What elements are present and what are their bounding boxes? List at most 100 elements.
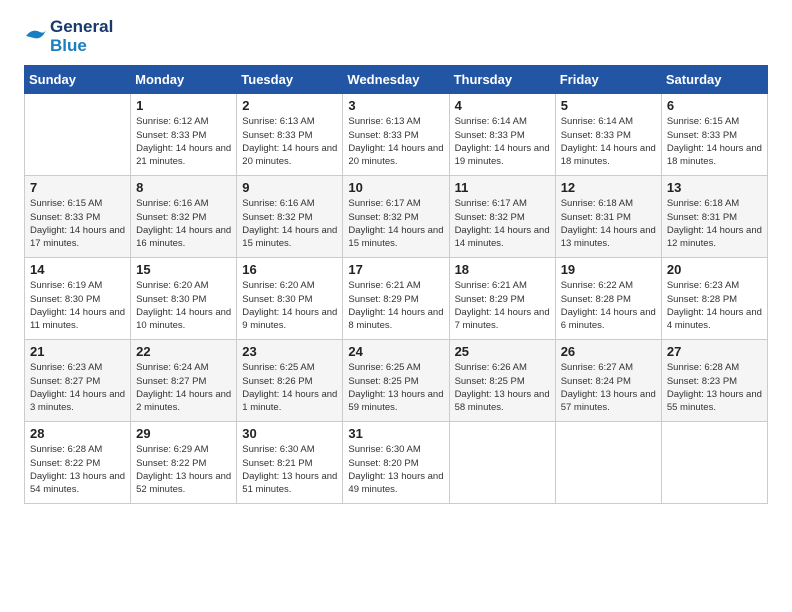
day-cell: 11 Sunrise: 6:17 AM Sunset: 8:32 PM Dayli… (449, 176, 555, 258)
day-cell: 2 Sunrise: 6:13 AM Sunset: 8:33 PM Daylig… (237, 94, 343, 176)
day-cell: 5Sunrise: 6:14 AM Sunset: 8:33 PM Daylig… (555, 94, 661, 176)
day-info: Sunrise: 6:20 AM Sunset: 8:30 PM Dayligh… (242, 279, 337, 332)
day-info: Sunrise: 6:13 AM Sunset: 8:33 PM Dayligh… (348, 115, 443, 168)
day-cell: 8 Sunrise: 6:16 AM Sunset: 8:32 PM Daylig… (131, 176, 237, 258)
day-number: 17 (348, 262, 443, 277)
calendar-table: SundayMondayTuesdayWednesdayThursdayFrid… (24, 65, 768, 504)
day-cell: 3 Sunrise: 6:13 AM Sunset: 8:33 PM Daylig… (343, 94, 449, 176)
day-number: 14 (30, 262, 125, 277)
logo-general: General (50, 18, 113, 37)
day-cell: 19 Sunrise: 6:22 AM Sunset: 8:28 PM Dayli… (555, 258, 661, 340)
day-cell: 24 Sunrise: 6:25 AM Sunset: 8:25 PM Dayli… (343, 340, 449, 422)
day-number: 26 (561, 344, 656, 359)
day-cell: 22Sunrise: 6:24 AM Sunset: 8:27 PM Dayli… (131, 340, 237, 422)
day-info: Sunrise: 6:29 AM Sunset: 8:22 PM Dayligh… (136, 443, 231, 496)
day-number: 6 (667, 98, 762, 113)
day-cell: 25 Sunrise: 6:26 AM Sunset: 8:25 PM Dayli… (449, 340, 555, 422)
day-cell: 9 Sunrise: 6:16 AM Sunset: 8:32 PM Daylig… (237, 176, 343, 258)
header-cell-thursday: Thursday (449, 66, 555, 94)
week-row-5: 28 Sunrise: 6:28 AM Sunset: 8:22 PM Dayli… (25, 422, 768, 504)
day-cell: 15 Sunrise: 6:20 AM Sunset: 8:30 PM Dayli… (131, 258, 237, 340)
week-row-4: 21 Sunrise: 6:23 AM Sunset: 8:27 PM Dayli… (25, 340, 768, 422)
day-cell: 28 Sunrise: 6:28 AM Sunset: 8:22 PM Dayli… (25, 422, 131, 504)
header-cell-saturday: Saturday (661, 66, 767, 94)
logo-bird-icon (24, 26, 48, 48)
day-cell (25, 94, 131, 176)
day-cell: 31 Sunrise: 6:30 AM Sunset: 8:20 PM Dayli… (343, 422, 449, 504)
day-number: 27 (667, 344, 762, 359)
day-number: 28 (30, 426, 125, 441)
day-cell: 1 Sunrise: 6:12 AM Sunset: 8:33 PM Daylig… (131, 94, 237, 176)
day-number: 13 (667, 180, 762, 195)
day-info: Sunrise: 6:17 AM Sunset: 8:32 PM Dayligh… (348, 197, 443, 250)
day-number: 8 (136, 180, 231, 195)
day-number: 16 (242, 262, 337, 277)
day-info: Sunrise: 6:13 AM Sunset: 8:33 PM Dayligh… (242, 115, 337, 168)
day-cell (661, 422, 767, 504)
day-info: Sunrise: 6:28 AM Sunset: 8:22 PM Dayligh… (30, 443, 125, 496)
day-cell: 23Sunrise: 6:25 AM Sunset: 8:26 PM Dayli… (237, 340, 343, 422)
day-cell: 26 Sunrise: 6:27 AM Sunset: 8:24 PM Dayli… (555, 340, 661, 422)
day-info: Sunrise: 6:15 AM Sunset: 8:33 PM Dayligh… (30, 197, 125, 250)
header-cell-sunday: Sunday (25, 66, 131, 94)
day-cell (449, 422, 555, 504)
day-info: Sunrise: 6:30 AM Sunset: 8:21 PM Dayligh… (242, 443, 337, 496)
day-info: Sunrise: 6:30 AM Sunset: 8:20 PM Dayligh… (348, 443, 443, 496)
day-number: 19 (561, 262, 656, 277)
day-number: 11 (455, 180, 550, 195)
day-info: Sunrise: 6:23 AM Sunset: 8:27 PM Dayligh… (30, 361, 125, 414)
day-info: Sunrise: 6:27 AM Sunset: 8:24 PM Dayligh… (561, 361, 656, 414)
day-cell: 4Sunrise: 6:14 AM Sunset: 8:33 PM Daylig… (449, 94, 555, 176)
header-cell-wednesday: Wednesday (343, 66, 449, 94)
day-info: Sunrise: 6:20 AM Sunset: 8:30 PM Dayligh… (136, 279, 231, 332)
day-cell: 14 Sunrise: 6:19 AM Sunset: 8:30 PM Dayli… (25, 258, 131, 340)
main-container: General Blue SundayMondayTuesdayWednesda… (0, 0, 792, 516)
day-number: 24 (348, 344, 443, 359)
day-info: Sunrise: 6:21 AM Sunset: 8:29 PM Dayligh… (455, 279, 550, 332)
day-cell: 21 Sunrise: 6:23 AM Sunset: 8:27 PM Dayli… (25, 340, 131, 422)
day-info: Sunrise: 6:19 AM Sunset: 8:30 PM Dayligh… (30, 279, 125, 332)
day-info: Sunrise: 6:23 AM Sunset: 8:28 PM Dayligh… (667, 279, 762, 332)
day-cell: 20 Sunrise: 6:23 AM Sunset: 8:28 PM Dayli… (661, 258, 767, 340)
day-info: Sunrise: 6:28 AM Sunset: 8:23 PM Dayligh… (667, 361, 762, 414)
day-info: Sunrise: 6:14 AM Sunset: 8:33 PM Dayligh… (561, 115, 656, 168)
day-number: 2 (242, 98, 337, 113)
day-info: Sunrise: 6:15 AM Sunset: 8:33 PM Dayligh… (667, 115, 762, 168)
header-cell-monday: Monday (131, 66, 237, 94)
day-info: Sunrise: 6:16 AM Sunset: 8:32 PM Dayligh… (242, 197, 337, 250)
day-cell: 13 Sunrise: 6:18 AM Sunset: 8:31 PM Dayli… (661, 176, 767, 258)
day-cell (555, 422, 661, 504)
day-cell: 29 Sunrise: 6:29 AM Sunset: 8:22 PM Dayli… (131, 422, 237, 504)
day-info: Sunrise: 6:17 AM Sunset: 8:32 PM Dayligh… (455, 197, 550, 250)
day-number: 31 (348, 426, 443, 441)
day-number: 25 (455, 344, 550, 359)
day-info: Sunrise: 6:18 AM Sunset: 8:31 PM Dayligh… (667, 197, 762, 250)
week-row-2: 7Sunrise: 6:15 AM Sunset: 8:33 PM Daylig… (25, 176, 768, 258)
day-cell: 6 Sunrise: 6:15 AM Sunset: 8:33 PM Daylig… (661, 94, 767, 176)
day-number: 21 (30, 344, 125, 359)
day-cell: 27 Sunrise: 6:28 AM Sunset: 8:23 PM Dayli… (661, 340, 767, 422)
header-cell-tuesday: Tuesday (237, 66, 343, 94)
day-info: Sunrise: 6:26 AM Sunset: 8:25 PM Dayligh… (455, 361, 550, 414)
day-number: 3 (348, 98, 443, 113)
day-cell: 18 Sunrise: 6:21 AM Sunset: 8:29 PM Dayli… (449, 258, 555, 340)
day-number: 22 (136, 344, 231, 359)
day-number: 1 (136, 98, 231, 113)
day-number: 29 (136, 426, 231, 441)
day-number: 10 (348, 180, 443, 195)
day-cell: 17Sunrise: 6:21 AM Sunset: 8:29 PM Dayli… (343, 258, 449, 340)
day-info: Sunrise: 6:12 AM Sunset: 8:33 PM Dayligh… (136, 115, 231, 168)
day-cell: 12Sunrise: 6:18 AM Sunset: 8:31 PM Dayli… (555, 176, 661, 258)
header-cell-friday: Friday (555, 66, 661, 94)
day-number: 23 (242, 344, 337, 359)
day-number: 9 (242, 180, 337, 195)
day-info: Sunrise: 6:16 AM Sunset: 8:32 PM Dayligh… (136, 197, 231, 250)
day-info: Sunrise: 6:22 AM Sunset: 8:28 PM Dayligh… (561, 279, 656, 332)
day-number: 15 (136, 262, 231, 277)
day-number: 18 (455, 262, 550, 277)
day-number: 20 (667, 262, 762, 277)
day-info: Sunrise: 6:25 AM Sunset: 8:25 PM Dayligh… (348, 361, 443, 414)
logo: General Blue (24, 18, 113, 55)
day-info: Sunrise: 6:14 AM Sunset: 8:33 PM Dayligh… (455, 115, 550, 168)
day-cell: 7Sunrise: 6:15 AM Sunset: 8:33 PM Daylig… (25, 176, 131, 258)
